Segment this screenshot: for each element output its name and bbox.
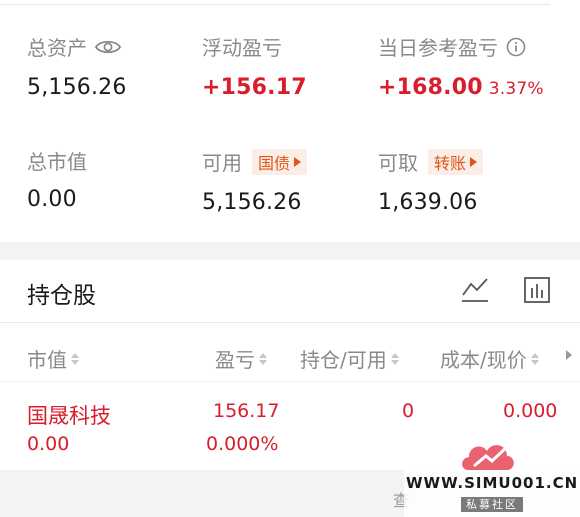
market-value-value: 0.00 (27, 187, 77, 212)
market-value: 总市值 0.00 (27, 147, 87, 213)
header-divider (0, 381, 580, 382)
line-chart-icon[interactable] (461, 276, 489, 304)
stock-pl-pct: 0.000% (206, 433, 279, 455)
today-pl-pct: 3.37% (488, 79, 544, 99)
column-cost-label: 成本/现价 (440, 348, 527, 372)
column-pl[interactable]: 盈亏 (215, 344, 267, 373)
top-divider (0, 0, 550, 5)
floating-pl: 浮动盈亏 +156.17 (202, 32, 307, 100)
stock-name: 国晟科技 (27, 404, 111, 428)
floating-pl-label: 浮动盈亏 (202, 36, 282, 60)
today-pl: 当日参考盈亏 +168.00 3.37% (378, 32, 544, 100)
stock-market-value: 0.00 (27, 433, 70, 455)
total-assets: 总资产 5,156.26 (27, 32, 127, 100)
floating-pl-value: +156.17 (202, 75, 307, 100)
account-summary: 总资产 5,156.26 浮动盈亏 +156.17 当日参考盈亏 +168.00… (0, 0, 580, 242)
column-cost[interactable]: 成本/现价 (440, 344, 539, 373)
stock-cost: 0.000 (503, 400, 558, 422)
available-label: 可用 (202, 151, 242, 175)
today-pl-label: 当日参考盈亏 (378, 36, 498, 60)
holdings-divider (0, 322, 580, 323)
watermark: WWW.SIMU001.CN 私募社区 (404, 434, 580, 517)
cloud-logo-icon (462, 442, 514, 470)
withdrawable-value: 1,639.06 (378, 190, 478, 215)
sort-icon (530, 352, 539, 365)
market-value-label: 总市值 (27, 149, 87, 174)
column-market-value[interactable]: 市值 (27, 344, 79, 373)
arrow-right-icon (294, 156, 302, 167)
stock-position: 0 (402, 400, 415, 422)
watermark-tag: 私募社区 (461, 497, 523, 512)
column-pl-label: 盈亏 (215, 348, 255, 372)
withdrawable-label: 可取 (378, 151, 418, 175)
total-assets-label: 总资产 (27, 36, 87, 60)
treasury-bond-button[interactable]: 国债 (252, 148, 308, 175)
total-assets-value: 5,156.26 (27, 75, 127, 100)
transfer-button[interactable]: 转账 (428, 148, 484, 175)
transfer-label: 转账 (434, 153, 467, 173)
eye-icon[interactable] (95, 38, 121, 56)
scroll-right-icon[interactable] (566, 350, 572, 360)
arrow-right-icon (470, 156, 478, 167)
available: 可用 国债 5,156.26 (202, 147, 308, 215)
info-icon[interactable] (506, 37, 526, 57)
sort-icon (71, 352, 79, 365)
sort-icon (259, 352, 267, 365)
bar-chart-icon[interactable] (523, 276, 551, 304)
sort-icon (390, 352, 399, 365)
column-market-value-label: 市值 (27, 348, 67, 372)
stock-pl: 156.17 (213, 400, 280, 422)
available-value: 5,156.26 (202, 190, 302, 215)
column-position-label: 持仓/可用 (300, 348, 387, 372)
column-position[interactable]: 持仓/可用 (300, 344, 399, 373)
withdrawable: 可取 转账 1,639.06 (378, 147, 484, 215)
treasury-bond-label: 国债 (258, 153, 291, 173)
watermark-site: WWW.SIMU001.CN (406, 474, 579, 492)
today-pl-value: +168.00 (378, 75, 483, 100)
holdings-title: 持仓股 (27, 283, 96, 309)
